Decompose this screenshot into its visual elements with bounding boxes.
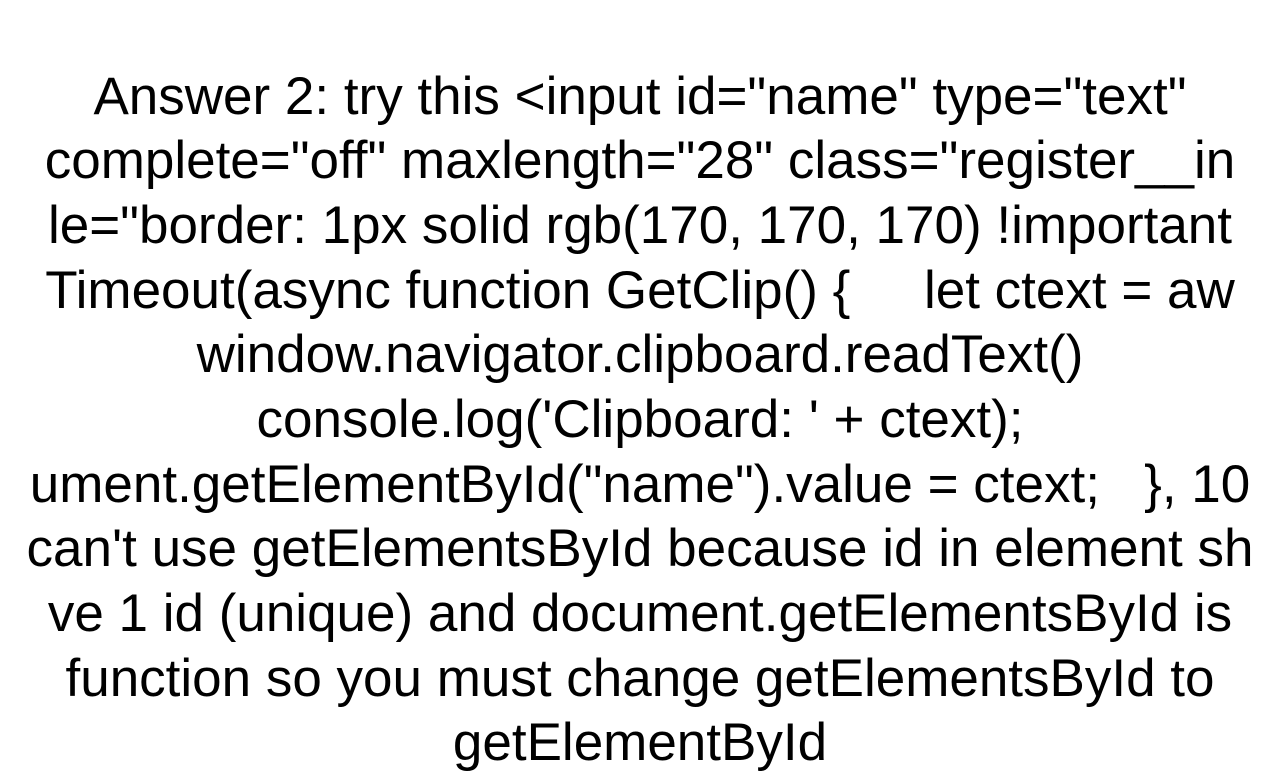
answer-text-block: Answer 2: try this <input id="name" type… — [0, 0, 1280, 776]
answer-line-2: le="border: 1px solid rgb(170, 170, 170)… — [48, 196, 1232, 255]
answer-line-6: ument.getElementById("name").value = cte… — [30, 455, 1250, 514]
answer-line-7: can't use getElementsById because id in … — [27, 519, 1254, 578]
answer-line-0: Answer 2: try this <input id="name" type… — [93, 67, 1186, 126]
answer-line-8: ve 1 id (unique) and document.getElement… — [48, 584, 1232, 643]
answer-line-4: window.navigator.clipboard.readText() — [197, 325, 1084, 384]
answer-line-9: function so you must change getElementsB… — [66, 649, 1215, 708]
answer-line-1: complete="off" maxlength="28" class="reg… — [45, 131, 1236, 190]
answer-line-3: Timeout(async function GetClip() { let c… — [45, 261, 1235, 320]
answer-line-10: getElementById — [453, 713, 827, 772]
answer-line-5: console.log('Clipboard: ' + ctext); — [256, 390, 1023, 449]
